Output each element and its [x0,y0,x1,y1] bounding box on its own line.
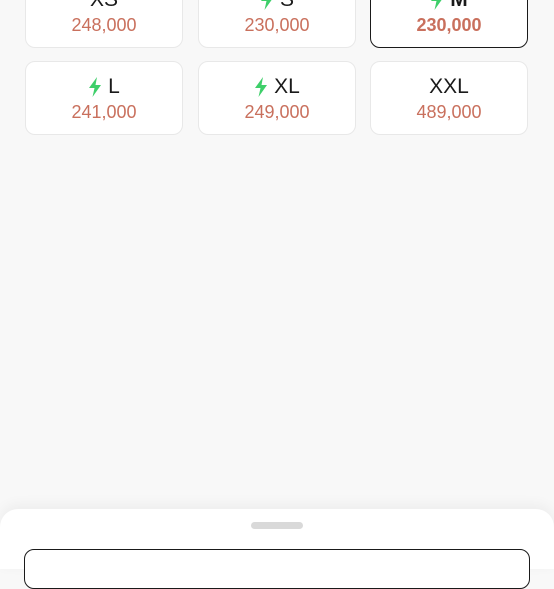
size-price: 230,000 [244,15,310,35]
size-label: XXL [429,75,469,98]
size-label-row: L [26,74,182,100]
size-label-row: XL [199,74,355,100]
size-option-xs[interactable]: XS 248,000 [25,0,183,48]
sheet-drag-handle[interactable] [251,522,303,529]
size-label: M [450,0,468,12]
size-label: XS [90,0,118,12]
size-option-xxl[interactable]: XXL 489,000 [370,61,528,135]
lightning-bolt-icon [430,0,444,10]
size-price: 489,000 [416,102,482,122]
size-price: 230,000 [416,15,482,35]
lightning-bolt-icon [260,0,274,10]
lightning-bolt-icon [254,77,268,97]
size-label-row: XXL [371,74,527,100]
size-label: L [108,75,120,98]
lightning-bolt-icon [88,77,102,97]
size-label-row: S [199,0,355,13]
size-label-row: XS [26,0,182,13]
size-option-xl[interactable]: XL 249,000 [198,61,356,135]
size-option-s[interactable]: S 230,000 [198,0,356,48]
size-price: 241,000 [71,102,137,122]
size-label: XL [274,75,300,98]
sheet-action-button[interactable] [24,549,530,589]
size-label-row: M [371,0,527,13]
size-price: 249,000 [244,102,310,122]
size-label: S [280,0,294,12]
size-price: 248,000 [71,15,137,35]
size-option-m[interactable]: M 230,000 [370,0,528,48]
bottom-sheet [0,509,554,589]
size-option-l[interactable]: L 241,000 [25,61,183,135]
